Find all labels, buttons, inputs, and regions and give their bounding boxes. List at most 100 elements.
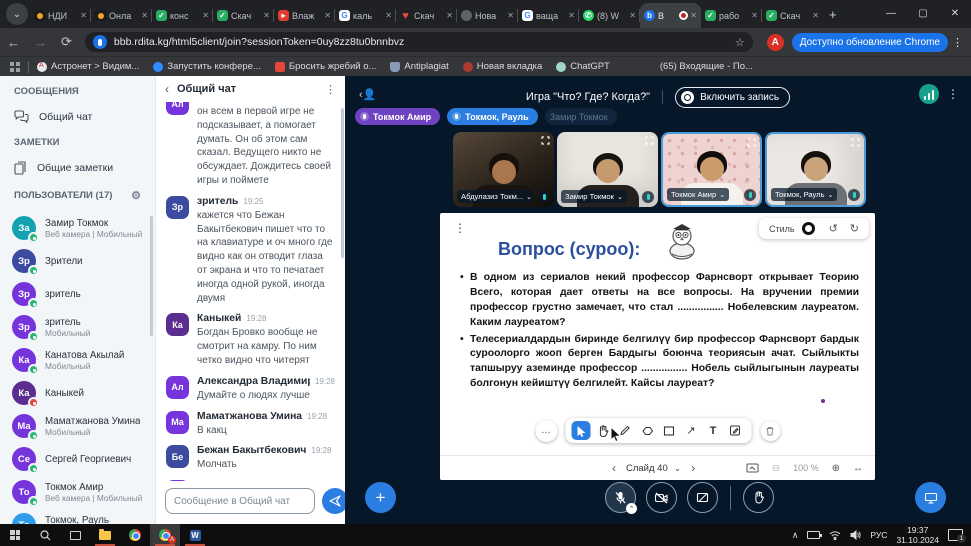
browser-tab[interactable]: Скач✕ xyxy=(762,3,823,28)
chat-message-list[interactable]: Ал Александра Владимир... он всем в перв… xyxy=(156,102,345,481)
bookmark-item[interactable]: (65) Входящие - По... xyxy=(660,61,753,72)
browser-tab[interactable]: ваща✕ xyxy=(518,3,579,28)
sidebar-item-public-chat[interactable]: Общий чат xyxy=(0,106,155,127)
taskbar-clock[interactable]: 19:37 31.10.2024 xyxy=(896,525,939,545)
video-tile[interactable]: Абдулазиз Токм... xyxy=(453,132,554,207)
rectangle-tool-button[interactable] xyxy=(660,421,679,440)
more-tools-button[interactable]: … xyxy=(535,419,557,442)
arrow-tool-button[interactable]: ↗ xyxy=(682,421,701,440)
browser-tab[interactable]: Онла ✕ xyxy=(91,3,152,28)
tab-search-button[interactable]: ⌄ xyxy=(6,3,28,25)
bookmark-item[interactable]: Бросить жребий о... xyxy=(274,61,376,72)
toggle-userlist-button[interactable]: ‹👤 xyxy=(359,88,376,101)
start-button[interactable] xyxy=(0,524,30,546)
screen-share-button[interactable] xyxy=(687,482,718,513)
tab-close-icon[interactable]: ✕ xyxy=(568,11,575,20)
user-list-item[interactable]: За Замир Токмок Веб камера | Мобильный xyxy=(0,213,155,243)
browser-tab[interactable]: (8) W✕ xyxy=(579,3,640,28)
select-tool-button[interactable] xyxy=(571,421,591,440)
tab-close-icon[interactable]: ✕ xyxy=(141,11,148,20)
user-list-item[interactable]: Ка Каныкей xyxy=(0,378,155,408)
video-name-label[interactable]: Абдулазиз Токм... xyxy=(457,190,533,203)
window-restore-button[interactable]: ▢ xyxy=(907,0,939,26)
tab-close-icon[interactable]: ✕ xyxy=(812,11,819,20)
browser-tab[interactable]: конс✕ xyxy=(152,3,213,28)
chat-message-input[interactable] xyxy=(165,488,315,514)
reload-button[interactable]: ⟳ xyxy=(61,34,72,50)
user-list-item[interactable]: Ма Маматжанова Умина Мобильный xyxy=(0,411,155,441)
chrome-update-button[interactable]: Доступно обновление Chrome xyxy=(791,32,948,52)
chrome-button[interactable] xyxy=(120,524,150,546)
fit-width-button[interactable]: ↔ xyxy=(853,463,863,474)
connection-status-icon[interactable] xyxy=(919,84,939,104)
browser-menu-icon[interactable]: ⋮ xyxy=(952,36,963,49)
word-button[interactable]: W xyxy=(180,524,210,546)
fullscreen-icon[interactable] xyxy=(851,138,860,147)
taskbar-search-button[interactable] xyxy=(30,524,60,546)
video-tile[interactable]: Замир Токмок xyxy=(557,132,658,207)
forward-button[interactable]: → xyxy=(34,35,47,50)
volume-icon[interactable] xyxy=(850,530,862,540)
presentation-whiteboard[interactable]: ⋮ Стиль ↺ ↻ Вопрос (суроо): • В одном из… xyxy=(440,213,875,480)
browser-tab[interactable]: Скач✕ xyxy=(213,3,274,28)
user-list-item[interactable]: То Токмок, РаульВеб камера | Мобильный xyxy=(0,510,155,524)
users-scrollbar[interactable] xyxy=(150,216,153,336)
chat-back-icon[interactable]: ‹ xyxy=(165,82,169,96)
user-list-item[interactable]: То Токмок Амир Веб камера | Мобильный xyxy=(0,477,155,507)
next-slide-button[interactable]: › xyxy=(681,461,705,475)
mic-permission-icon[interactable] xyxy=(92,35,107,49)
text-tool-button[interactable]: T xyxy=(704,421,723,440)
slide-number-dropdown[interactable]: Слайд 40 xyxy=(626,463,681,474)
tab-close-icon[interactable]: ✕ xyxy=(202,11,209,20)
talker-pill[interactable]: Токмок Амир xyxy=(355,108,441,125)
start-recording-button[interactable]: Включить запись xyxy=(675,86,791,108)
tab-close-icon[interactable]: ✕ xyxy=(507,11,514,20)
user-list-item[interactable]: Се Сергей Георгиевич xyxy=(0,444,155,474)
new-tab-button[interactable]: + xyxy=(829,7,837,22)
raise-hand-button[interactable] xyxy=(743,482,774,513)
chat-options-icon[interactable]: ⋮ xyxy=(325,83,336,96)
tray-expand-icon[interactable]: ∧ xyxy=(792,530,799,541)
chrome-profile-button[interactable]: A xyxy=(150,524,180,546)
browser-tab[interactable]: Скач✕ xyxy=(396,3,457,28)
fullscreen-icon[interactable] xyxy=(541,136,550,145)
fullscreen-icon[interactable] xyxy=(747,138,756,147)
sticky-note-tool-button[interactable] xyxy=(726,421,745,440)
browser-tab[interactable]: Влаж✕ xyxy=(274,3,335,28)
camera-off-button[interactable] xyxy=(646,482,677,513)
window-minimize-button[interactable]: — xyxy=(875,0,907,26)
video-name-label[interactable]: Замир Токмок xyxy=(561,190,627,203)
zoom-out-button[interactable]: ⊖ xyxy=(772,463,780,474)
battery-icon[interactable] xyxy=(807,531,823,539)
tab-close-icon[interactable]: ✕ xyxy=(263,11,270,20)
minimize-presentation-icon[interactable] xyxy=(746,463,759,473)
chat-scrollbar[interactable] xyxy=(341,108,344,258)
talker-pill[interactable]: Замир Токмок xyxy=(544,108,617,125)
apps-grid-icon[interactable] xyxy=(10,61,20,72)
user-list-item[interactable]: Зр зритель Мобильный xyxy=(0,312,155,342)
tab-close-icon[interactable]: ✕ xyxy=(446,11,453,20)
back-button[interactable]: ← xyxy=(7,35,20,50)
address-input[interactable]: bbb.rdita.kg/html5client/join?sessionTok… xyxy=(84,32,753,52)
notification-center-icon[interactable]: 1 xyxy=(948,529,966,543)
restore-presentation-button[interactable] xyxy=(915,482,946,513)
tab-close-icon[interactable]: ✕ xyxy=(385,11,392,20)
wifi-icon[interactable] xyxy=(829,530,841,540)
tab-close-icon[interactable]: ✕ xyxy=(751,11,758,20)
bookmark-item[interactable]: Астронет > Видим... xyxy=(37,61,139,72)
user-list-item[interactable]: Ка Канатова Акылай Мобильный xyxy=(0,345,155,375)
zoom-in-button[interactable]: ⊕ xyxy=(832,463,840,474)
fullscreen-icon[interactable] xyxy=(645,136,654,145)
video-tile[interactable]: Токмок, Рауль xyxy=(765,132,866,207)
tab-close-icon[interactable]: ✕ xyxy=(324,11,331,20)
tab-close-icon[interactable]: ✕ xyxy=(690,11,697,20)
browser-tab[interactable]: рабо✕ xyxy=(701,3,762,28)
actions-plus-button[interactable]: + xyxy=(365,482,396,513)
sidebar-item-shared-notes[interactable]: Общие заметки xyxy=(0,157,155,179)
bookmark-star-icon[interactable]: ☆ xyxy=(735,36,745,49)
bookmark-item[interactable]: Новая вкладка xyxy=(462,61,542,72)
presentation-options-icon[interactable]: ⋮ xyxy=(454,221,466,235)
user-list-item[interactable]: Зр зритель xyxy=(0,279,155,309)
video-tile[interactable]: Токмок Амир xyxy=(661,132,762,207)
eraser-tool-button[interactable] xyxy=(638,421,657,440)
